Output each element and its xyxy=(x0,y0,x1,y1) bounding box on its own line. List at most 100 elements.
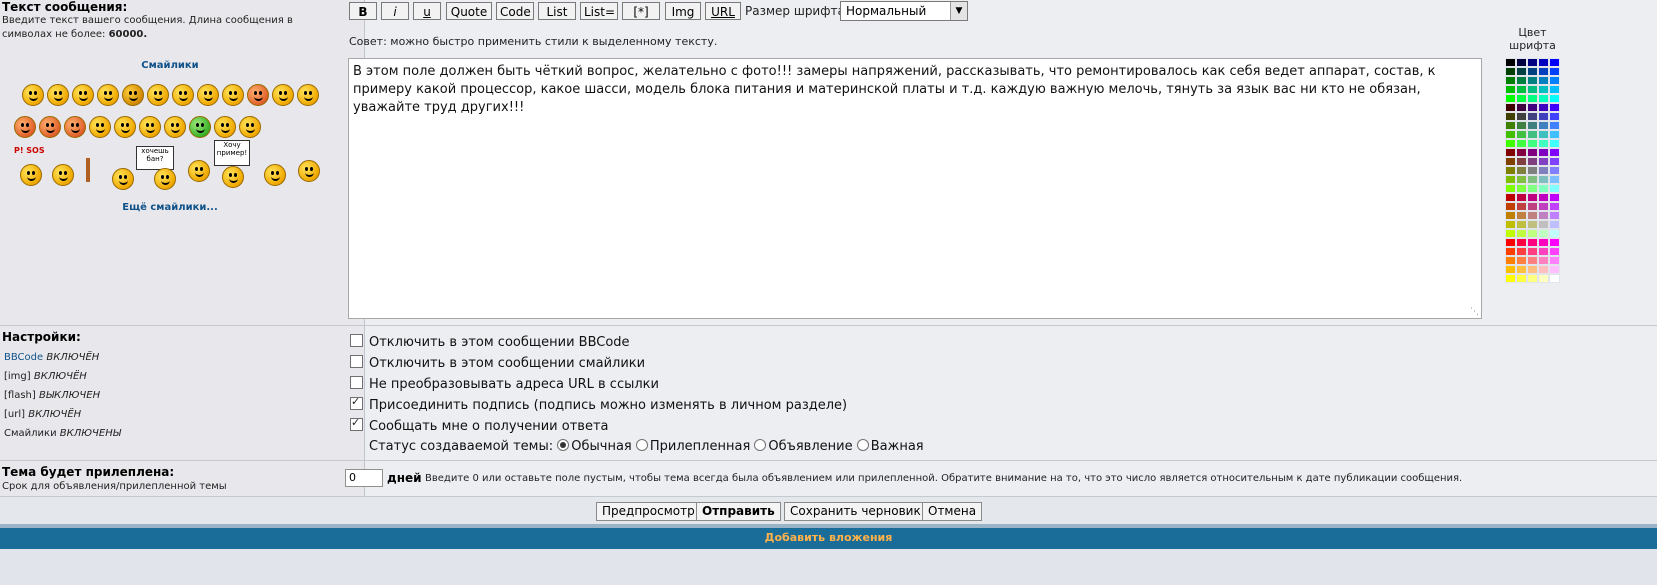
radio-announce[interactable] xyxy=(754,439,767,451)
color-swatch[interactable] xyxy=(1527,193,1538,202)
sos-sign-icon[interactable]: P! SOS xyxy=(14,146,45,155)
chevron-down-icon[interactable]: ▼ xyxy=(950,2,967,20)
color-swatch[interactable] xyxy=(1538,274,1549,283)
color-swatch[interactable] xyxy=(1505,121,1516,130)
color-swatch[interactable] xyxy=(1516,148,1527,157)
sunglasses2-icon[interactable] xyxy=(239,116,261,138)
color-swatch[interactable] xyxy=(1527,148,1538,157)
exclamation-icon[interactable] xyxy=(114,116,136,138)
color-swatch[interactable] xyxy=(1505,130,1516,139)
attachments-bar[interactable]: Добавить вложения xyxy=(0,528,1657,549)
ruler-icon[interactable] xyxy=(86,158,90,182)
color-swatch[interactable] xyxy=(1516,94,1527,103)
color-swatch[interactable] xyxy=(1527,139,1538,148)
color-swatch[interactable] xyxy=(1505,274,1516,283)
option-attach-signature[interactable]: Присоединить подпись (подпись можно изме… xyxy=(350,395,847,413)
quote-button[interactable]: Quote xyxy=(446,2,492,20)
laugh-icon[interactable] xyxy=(47,84,69,106)
hello-icon[interactable] xyxy=(297,84,319,106)
color-swatch[interactable] xyxy=(1516,238,1527,247)
sad-icon[interactable] xyxy=(97,84,119,106)
ban-holder-icon[interactable] xyxy=(112,168,134,190)
color-swatch[interactable] xyxy=(1516,112,1527,121)
color-swatch[interactable] xyxy=(1538,157,1549,166)
message-textarea[interactable]: В этом поле должен быть чёткий вопрос, ж… xyxy=(348,58,1482,319)
disable-smilies-checkbox[interactable] xyxy=(350,355,363,368)
color-swatch[interactable] xyxy=(1505,157,1516,166)
wink-icon[interactable] xyxy=(72,84,94,106)
color-swatch[interactable] xyxy=(1549,166,1560,175)
disable-bbcode-checkbox[interactable] xyxy=(350,334,363,347)
color-swatch[interactable] xyxy=(1538,85,1549,94)
color-swatch[interactable] xyxy=(1505,85,1516,94)
url-button[interactable]: URL xyxy=(705,2,741,20)
color-swatch[interactable] xyxy=(1527,112,1538,121)
color-swatch[interactable] xyxy=(1527,130,1538,139)
color-swatch[interactable] xyxy=(1549,175,1560,184)
color-swatch[interactable] xyxy=(1527,121,1538,130)
color-swatch[interactable] xyxy=(1549,112,1560,121)
color-swatch[interactable] xyxy=(1527,94,1538,103)
color-swatch[interactable] xyxy=(1516,157,1527,166)
color-swatch[interactable] xyxy=(1538,76,1549,85)
option-disable-smilies[interactable]: Отключить в этом сообщении смайлики xyxy=(350,355,645,371)
color-swatch[interactable] xyxy=(1549,94,1560,103)
bbcode-link[interactable]: BBCode xyxy=(4,352,43,363)
ban-sign-icon[interactable]: хочешь бан? xyxy=(136,146,174,170)
crying-icon[interactable] xyxy=(188,160,210,182)
color-swatch[interactable] xyxy=(1549,202,1560,211)
color-swatch[interactable] xyxy=(1516,202,1527,211)
list-item-button[interactable]: [*] xyxy=(622,2,660,20)
color-swatch[interactable] xyxy=(1538,202,1549,211)
color-swatch[interactable] xyxy=(1538,112,1549,121)
save-draft-button[interactable]: Сохранить черновик xyxy=(784,502,927,521)
color-swatch[interactable] xyxy=(1505,247,1516,256)
color-swatch[interactable] xyxy=(1549,148,1560,157)
color-swatch[interactable] xyxy=(1549,193,1560,202)
option-disable-urls[interactable]: Не преобразовывать адреса URL в ссылки xyxy=(350,376,659,392)
color-swatch[interactable] xyxy=(1516,103,1527,112)
devil-icon[interactable] xyxy=(64,116,86,138)
color-swatch[interactable] xyxy=(1549,139,1560,148)
option-disable-bbcode[interactable]: Отключить в этом сообщении BBCode xyxy=(350,334,630,350)
color-swatch[interactable] xyxy=(1538,67,1549,76)
color-swatch[interactable] xyxy=(1527,58,1538,67)
sticky-days-input[interactable]: 0 xyxy=(345,469,383,487)
color-swatch[interactable] xyxy=(1505,238,1516,247)
color-swatch[interactable] xyxy=(1516,58,1527,67)
color-swatch[interactable] xyxy=(1505,67,1516,76)
angry-icon[interactable] xyxy=(39,116,61,138)
color-swatch[interactable] xyxy=(1549,229,1560,238)
cool-icon[interactable] xyxy=(197,84,219,106)
cancel-button[interactable]: Отмена xyxy=(922,502,983,521)
bold-button[interactable]: B xyxy=(349,2,377,20)
color-swatch[interactable] xyxy=(1527,157,1538,166)
resize-handle-icon[interactable]: ⋱ xyxy=(1470,307,1479,317)
color-swatch[interactable] xyxy=(1538,256,1549,265)
color-swatch[interactable] xyxy=(1505,175,1516,184)
color-swatch[interactable] xyxy=(1549,265,1560,274)
notify-reply-checkbox[interactable] xyxy=(350,416,363,431)
color-swatch[interactable] xyxy=(1505,76,1516,85)
color-swatch[interactable] xyxy=(1549,130,1560,139)
color-swatch[interactable] xyxy=(1505,256,1516,265)
sunglasses-icon[interactable] xyxy=(214,116,236,138)
color-swatch[interactable] xyxy=(1538,184,1549,193)
sick-icon[interactable] xyxy=(189,116,211,138)
color-swatch[interactable] xyxy=(1505,211,1516,220)
color-swatch[interactable] xyxy=(1549,67,1560,76)
question-icon[interactable] xyxy=(139,116,161,138)
color-swatch[interactable] xyxy=(1538,193,1549,202)
more-smilies-link[interactable]: Ещё смайлики... xyxy=(0,202,340,213)
color-swatch[interactable] xyxy=(1527,229,1538,238)
color-swatch[interactable] xyxy=(1527,220,1538,229)
color-swatch[interactable] xyxy=(1516,166,1527,175)
color-swatch[interactable] xyxy=(1505,103,1516,112)
color-swatch[interactable] xyxy=(1538,247,1549,256)
color-swatch[interactable] xyxy=(1527,166,1538,175)
color-swatch[interactable] xyxy=(1516,139,1527,148)
scared-icon[interactable] xyxy=(52,164,74,186)
underline-button[interactable]: u xyxy=(413,2,441,20)
color-swatch[interactable] xyxy=(1505,94,1516,103)
blush-icon[interactable] xyxy=(272,84,294,106)
